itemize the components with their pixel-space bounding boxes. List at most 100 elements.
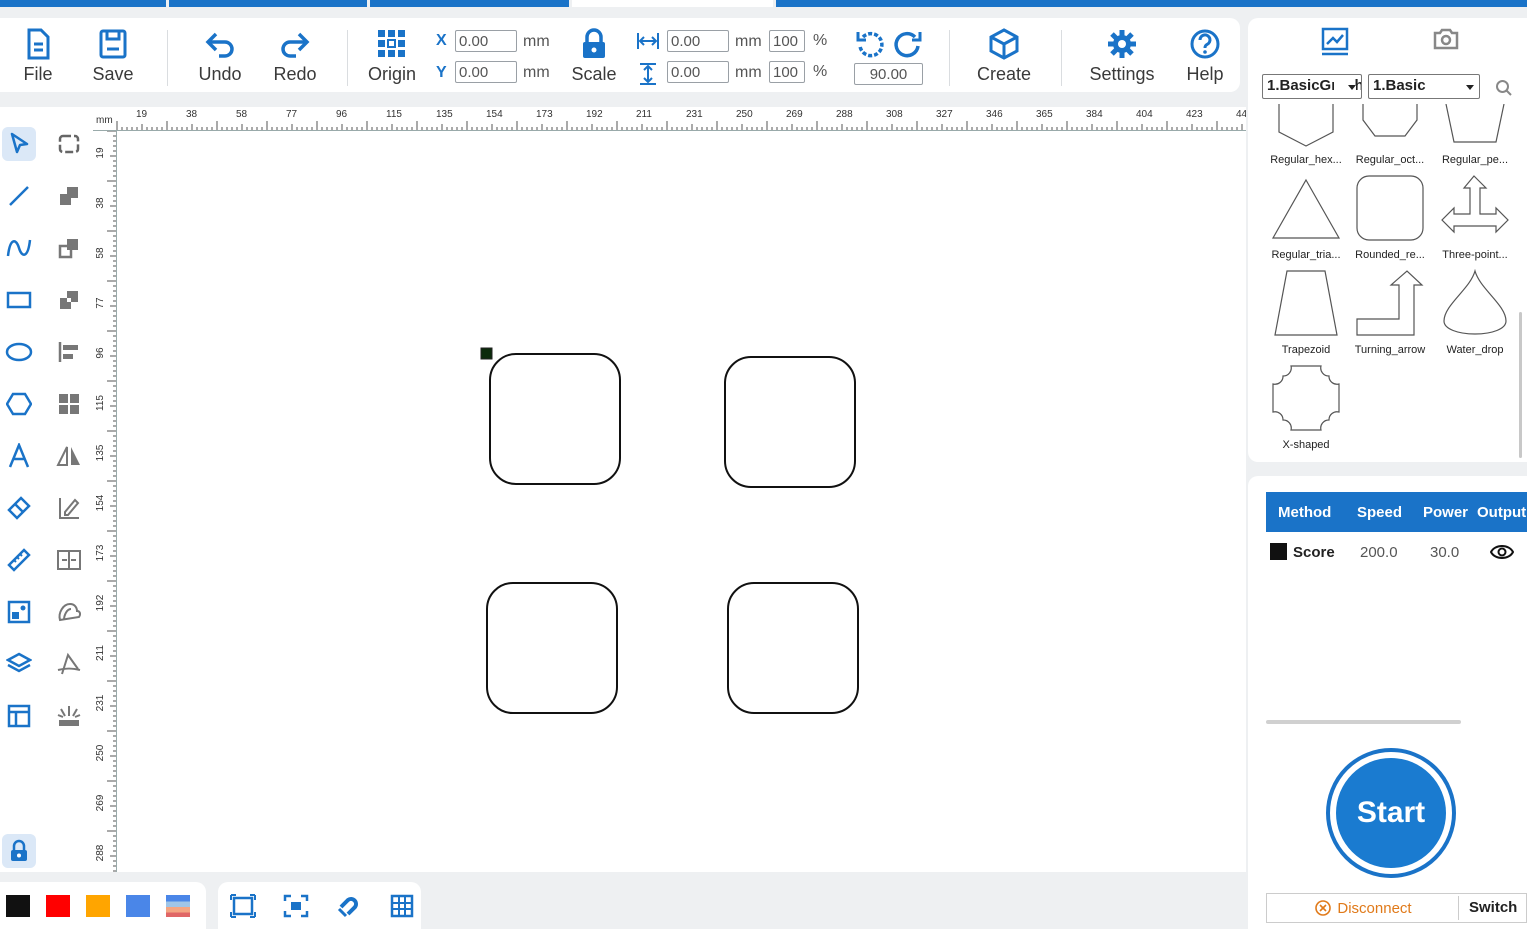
draw-tool[interactable]: [52, 491, 86, 525]
chevron-down-icon: [1466, 85, 1474, 90]
redo-button[interactable]: Redo: [264, 26, 326, 88]
rectangle-tool[interactable]: [2, 283, 36, 317]
node-edit-tool[interactable]: [52, 127, 86, 161]
shape-item-triangle[interactable]: Regular_tria...: [1264, 174, 1348, 269]
tab-5[interactable]: [776, 0, 1527, 7]
rotation-input[interactable]: [854, 63, 923, 85]
measure-tool[interactable]: [2, 543, 36, 577]
tab-3[interactable]: [370, 0, 569, 7]
shape-item-x-shaped[interactable]: X-shaped: [1264, 364, 1348, 459]
eye-icon[interactable]: [1490, 543, 1514, 561]
grid-toggle-button[interactable]: [387, 892, 417, 920]
file-button[interactable]: File: [7, 26, 69, 88]
scale-lock-button[interactable]: Scale: [563, 26, 625, 88]
layer-method: Score: [1293, 544, 1335, 561]
tab-camera[interactable]: [1432, 26, 1460, 57]
shape-item-turning-arrow[interactable]: Turning_arrow: [1348, 269, 1432, 364]
start-button[interactable]: Start: [1336, 758, 1446, 868]
shape-item-three-point-arrow[interactable]: Three-point...: [1433, 174, 1517, 269]
snap-button[interactable]: [334, 892, 364, 920]
design-canvas[interactable]: [117, 131, 1246, 872]
mirror-tool[interactable]: [52, 439, 86, 473]
line-tool[interactable]: [2, 179, 36, 213]
swatch-orange[interactable]: [86, 895, 110, 917]
undo-label: Undo: [198, 64, 242, 84]
create-button[interactable]: Create: [973, 26, 1035, 88]
tab-1[interactable]: [0, 0, 166, 7]
scale-label: Scale: [571, 64, 617, 84]
settings-button[interactable]: Settings: [1085, 26, 1159, 88]
layers-tool[interactable]: [2, 647, 36, 681]
layer-table-scrollbar[interactable]: [1266, 720, 1461, 724]
rounded-rect-shape[interactable]: [724, 356, 856, 488]
laser-tool[interactable]: [52, 699, 86, 733]
save-button[interactable]: Save: [82, 26, 144, 88]
union-tool[interactable]: [52, 179, 86, 213]
chevron-down-icon: [1348, 85, 1356, 90]
fit-selection-button[interactable]: [281, 892, 311, 920]
tab-2[interactable]: [168, 0, 368, 7]
intersect-tool[interactable]: [52, 283, 86, 317]
select-tool[interactable]: [2, 127, 36, 161]
pentagon-shape-icon: [1445, 104, 1505, 143]
switch-button[interactable]: Switch: [1469, 899, 1517, 916]
width-input[interactable]: [667, 30, 729, 52]
subtract-tool[interactable]: [52, 231, 86, 265]
image-tool[interactable]: [2, 595, 36, 629]
category-select[interactable]: 1.Basic: [1368, 74, 1480, 99]
offset-tool[interactable]: [52, 595, 86, 629]
tab-graphics[interactable]: [1320, 26, 1350, 61]
path-tool[interactable]: [52, 647, 86, 681]
eraser-icon: [7, 496, 31, 520]
disconnect-button[interactable]: Disconnect: [1269, 896, 1459, 920]
swatch-black[interactable]: [6, 895, 30, 917]
ruler-top-label: 115: [386, 109, 402, 120]
shape-item-rounded-rect[interactable]: Rounded_re...: [1348, 174, 1432, 269]
align-left-tool[interactable]: [52, 335, 86, 369]
shape-name: X-shaped: [1282, 439, 1330, 451]
swatch-gradient[interactable]: [166, 895, 190, 917]
rounded-rect-shape[interactable]: [489, 353, 621, 485]
layer-row[interactable]: Score 200.0 30.0: [1266, 536, 1527, 568]
x-position-input[interactable]: [455, 30, 517, 52]
eraser-tool[interactable]: [2, 491, 36, 525]
selection-handle[interactable]: [480, 347, 493, 360]
search-icon[interactable]: [1495, 79, 1513, 97]
grid-icon: [390, 894, 414, 918]
curve-tool[interactable]: [2, 231, 36, 265]
help-button[interactable]: Help: [1174, 26, 1236, 88]
main-toolbar: File Save Undo Redo Origin X mm Y mm: [0, 18, 1240, 92]
swatch-red[interactable]: [46, 895, 70, 917]
shape-library-scrollbar[interactable]: [1519, 312, 1522, 458]
height-percent-input[interactable]: [769, 61, 805, 83]
layout-tool[interactable]: [2, 699, 36, 733]
split-tool[interactable]: [52, 543, 86, 577]
save-label: Save: [92, 64, 134, 84]
height-input[interactable]: [667, 61, 729, 83]
origin-button[interactable]: Origin: [361, 26, 423, 88]
array-tool[interactable]: [52, 387, 86, 421]
swatch-blue[interactable]: [126, 895, 150, 917]
polygon-tool[interactable]: [2, 387, 36, 421]
ruler-top-label: 77: [286, 109, 298, 120]
fit-page-button[interactable]: [228, 892, 258, 920]
help-label: Help: [1186, 64, 1224, 84]
tab-4-active[interactable]: [571, 0, 774, 7]
start-button-ring: Start: [1326, 748, 1456, 878]
rotate-cw-icon[interactable]: [893, 29, 923, 59]
layer-color-swatch[interactable]: [1270, 543, 1287, 560]
rotate-ccw-icon[interactable]: [855, 29, 885, 59]
width-percent-input[interactable]: [769, 30, 805, 52]
lock-canvas-tool[interactable]: [2, 834, 36, 868]
y-position-input[interactable]: [455, 61, 517, 83]
library-select[interactable]: 1.BasicGraphics: [1262, 74, 1362, 99]
undo-button[interactable]: Undo: [189, 26, 251, 88]
ruler-top-label: 211: [636, 109, 652, 120]
shape-item-trapezoid[interactable]: Trapezoid: [1264, 269, 1348, 364]
rounded-rect-shape[interactable]: [486, 582, 618, 714]
ellipse-tool[interactable]: [2, 335, 36, 369]
ruler-left-label: 250: [95, 744, 106, 761]
rounded-rect-shape[interactable]: [727, 582, 859, 714]
text-tool[interactable]: [2, 439, 36, 473]
shape-item-water-drop[interactable]: Water_drop: [1433, 269, 1517, 364]
